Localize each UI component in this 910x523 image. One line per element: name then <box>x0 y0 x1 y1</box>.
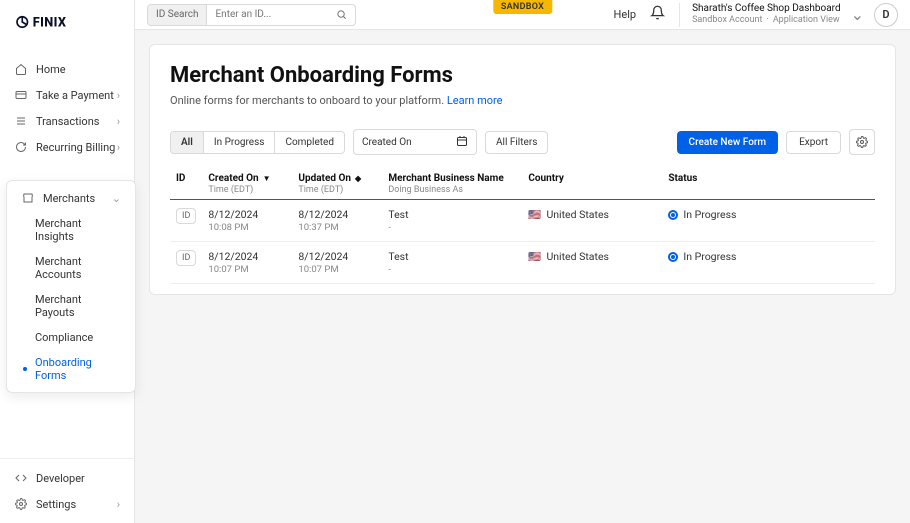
date-filter-label: Created On <box>362 137 412 148</box>
forms-table: ID Created On▼Time (EDT) Updated On◆Time… <box>170 165 875 284</box>
sidebar-item-developer[interactable]: Developer <box>0 465 134 491</box>
gear-icon <box>14 497 28 511</box>
cell-status: In Progress <box>662 242 875 284</box>
sort-desc-icon: ▼ <box>263 174 271 183</box>
cell-updated: 8/12/202410:07 PM <box>292 242 382 284</box>
sidebar-item-label: Merchants <box>43 192 95 205</box>
tab-in-progress[interactable]: In Progress <box>204 132 276 153</box>
account-title: Sharath's Coffee Shop Dashboard <box>692 3 841 15</box>
cell-business: Test- <box>382 242 522 284</box>
sidebar-item-recurring-billing[interactable]: Recurring Billing › <box>0 134 134 160</box>
col-status[interactable]: Status <box>662 165 875 200</box>
home-icon <box>14 62 28 76</box>
sidebar-item-label: Settings <box>36 498 76 511</box>
topbar-right: Help Sharath's Coffee Shop Dashboard San… <box>614 3 898 27</box>
sidebar-sub-merchant-payouts[interactable]: Merchant Payouts <box>7 287 135 325</box>
sidebar-item-label: Transactions <box>36 115 99 128</box>
sidebar-sub-compliance[interactable]: Compliance <box>7 325 135 350</box>
chevron-down-icon[interactable]: ⌄ <box>851 5 864 24</box>
sidebar-item-label: Recurring Billing <box>36 141 115 154</box>
sidebar-sub-onboarding-forms[interactable]: Onboarding Forms <box>7 350 135 388</box>
cell-updated: 8/12/202410:37 PM <box>292 200 382 242</box>
account-subtitle: Sandbox Account·Application View <box>692 15 841 26</box>
id-search[interactable]: ID Search <box>147 4 356 26</box>
search-icon[interactable] <box>327 5 355 25</box>
chevron-right-icon: › <box>117 89 120 102</box>
flag-icon: 🇺🇸 <box>528 208 541 221</box>
sidebar-item-merchants[interactable]: Merchants ⌄ <box>7 185 135 211</box>
sidebar-item-take-a-payment[interactable]: Take a Payment › <box>0 82 134 108</box>
export-button[interactable]: Export <box>786 131 841 154</box>
cell-business: Test- <box>382 200 522 242</box>
sidebar-item-transactions[interactable]: Transactions › <box>0 108 134 134</box>
table-row[interactable]: ID 8/12/202410:08 PM 8/12/202410:37 PM T… <box>170 200 875 242</box>
chevron-right-icon: › <box>117 141 120 154</box>
tab-completed[interactable]: Completed <box>275 132 344 153</box>
cell-status: In Progress <box>662 200 875 242</box>
cell-country: 🇺🇸United States <box>522 242 662 284</box>
id-chip[interactable]: ID <box>176 250 196 266</box>
refresh-icon <box>14 140 28 154</box>
sidebar-item-label: Home <box>36 63 66 76</box>
sidebar: FINIX Home Take a Payment › Transactions… <box>0 0 135 523</box>
cell-country: 🇺🇸United States <box>522 200 662 242</box>
card-main: Merchant Onboarding Forms Online forms f… <box>149 44 896 295</box>
sandbox-badge: SANDBOX <box>493 0 552 14</box>
svg-text:FINIX: FINIX <box>33 16 67 31</box>
logo[interactable]: FINIX <box>0 0 134 44</box>
col-country[interactable]: Country <box>522 165 662 200</box>
sidebar-item-settings[interactable]: Settings › <box>0 491 134 517</box>
tab-all[interactable]: All <box>171 132 204 153</box>
nav-bottom: Developer Settings › <box>0 458 134 523</box>
all-filters-button[interactable]: All Filters <box>485 131 548 154</box>
created-on-filter[interactable]: Created On <box>353 129 477 155</box>
sidebar-sub-merchant-accounts[interactable]: Merchant Accounts <box>7 249 135 287</box>
col-id[interactable]: ID <box>170 165 202 200</box>
toolbar: All In Progress Completed Created On All… <box>170 129 875 155</box>
account-text: Sharath's Coffee Shop Dashboard Sandbox … <box>692 3 841 26</box>
learn-more-link[interactable]: Learn more <box>447 94 503 107</box>
status-icon <box>668 210 678 220</box>
id-chip[interactable]: ID <box>176 208 196 224</box>
status-icon <box>668 252 678 262</box>
flag-icon: 🇺🇸 <box>528 250 541 263</box>
table-row[interactable]: ID 8/12/202410:07 PM 8/12/202410:07 PM T… <box>170 242 875 284</box>
col-updated-on[interactable]: Updated On◆Time (EDT) <box>292 165 382 200</box>
chevron-right-icon: › <box>117 498 120 511</box>
page-title: Merchant Onboarding Forms <box>170 63 875 88</box>
col-business-name[interactable]: Merchant Business NameDoing Business As <box>382 165 522 200</box>
cell-created: 8/12/202410:08 PM <box>202 200 292 242</box>
status-filter-tabs: All In Progress Completed <box>170 131 345 154</box>
chevron-down-icon: ⌄ <box>112 192 121 205</box>
search-prefix: ID Search <box>148 5 207 25</box>
page-subtitle: Online forms for merchants to onboard to… <box>170 94 875 107</box>
sidebar-item-label: Developer <box>36 472 85 485</box>
table-settings-button[interactable] <box>849 129 875 155</box>
list-icon <box>14 114 28 128</box>
store-icon <box>21 191 35 205</box>
help-link[interactable]: Help <box>614 8 637 21</box>
code-icon <box>14 471 28 485</box>
chevron-right-icon: › <box>117 115 120 128</box>
sidebar-item-label: Take a Payment <box>36 89 114 102</box>
sort-neutral-icon: ◆ <box>355 174 361 183</box>
avatar[interactable]: D <box>874 3 898 27</box>
sidebar-sub-merchant-insights[interactable]: Merchant Insights <box>7 211 135 249</box>
topbar: SANDBOX ID Search Help Sharath's Coffee … <box>135 0 910 30</box>
card-icon <box>14 88 28 102</box>
sidebar-item-home[interactable]: Home <box>0 56 134 82</box>
account-switcher[interactable]: Sharath's Coffee Shop Dashboard Sandbox … <box>679 3 898 27</box>
main: SANDBOX ID Search Help Sharath's Coffee … <box>135 0 910 523</box>
bell-icon[interactable] <box>650 5 665 24</box>
merchants-submenu: Merchants ⌄ Merchant Insights Merchant A… <box>6 180 136 393</box>
nav-main: Home Take a Payment › Transactions › Rec… <box>0 44 134 458</box>
content: Merchant Onboarding Forms Online forms f… <box>135 30 910 309</box>
create-new-form-button[interactable]: Create New Form <box>677 131 779 154</box>
calendar-icon <box>456 135 468 150</box>
col-created-on[interactable]: Created On▼Time (EDT) <box>202 165 292 200</box>
cell-created: 8/12/202410:07 PM <box>202 242 292 284</box>
search-input[interactable] <box>207 5 327 25</box>
